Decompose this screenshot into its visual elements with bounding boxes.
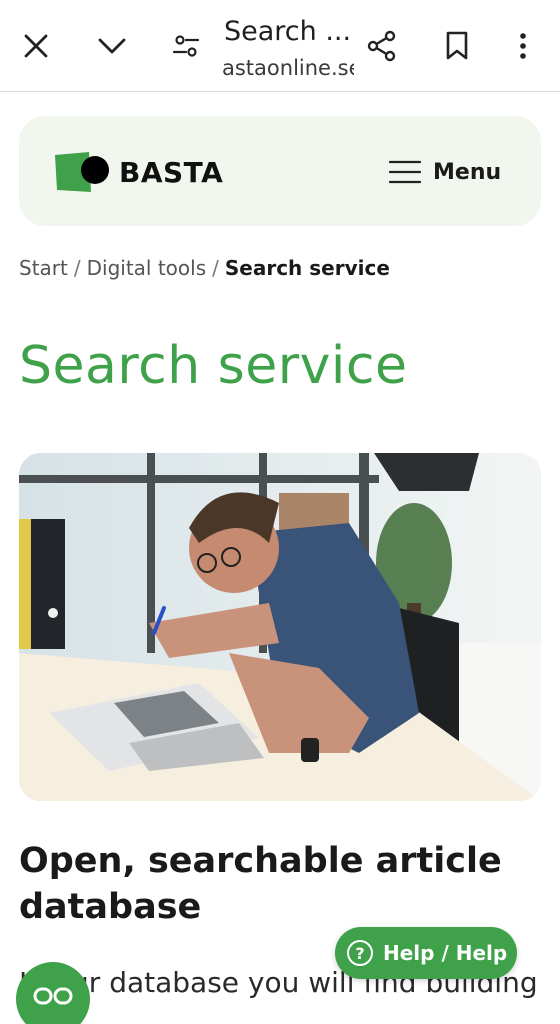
hamburger-icon bbox=[389, 160, 421, 184]
basta-logo[interactable]: BASTA bbox=[55, 150, 223, 194]
bookmark-icon bbox=[446, 31, 468, 60]
chevron-down-icon bbox=[98, 38, 126, 54]
more-options-button[interactable] bbox=[503, 18, 543, 74]
question-circle-icon: ? bbox=[347, 940, 373, 966]
share-icon bbox=[367, 30, 396, 62]
share-button[interactable] bbox=[362, 18, 402, 74]
more-vertical-icon bbox=[520, 33, 526, 59]
close-icon bbox=[24, 34, 48, 58]
close-tab-button[interactable] bbox=[16, 18, 56, 74]
tune-icon bbox=[172, 35, 200, 57]
logo-text: BASTA bbox=[119, 155, 224, 189]
breadcrumb-separator: / bbox=[212, 256, 219, 280]
breadcrumb-digital-tools[interactable]: Digital tools bbox=[87, 256, 207, 280]
page-title: Search service bbox=[19, 336, 408, 396]
site-settings-button[interactable] bbox=[166, 18, 206, 74]
help-label: Help / Help bbox=[383, 941, 508, 965]
bookmark-button[interactable] bbox=[437, 18, 477, 74]
url-text[interactable]: astaonline.se bbox=[222, 56, 354, 80]
glasses-icon bbox=[33, 987, 73, 1005]
menu-label: Menu bbox=[433, 159, 502, 185]
section-title: Open, searchable article database bbox=[19, 841, 502, 927]
browser-toolbar: Search ... astaonline.se bbox=[0, 0, 560, 92]
help-button[interactable]: ? Help / Help bbox=[335, 927, 517, 979]
tab-title[interactable]: Search ... bbox=[224, 16, 354, 47]
site-header: BASTA Menu bbox=[19, 116, 541, 226]
breadcrumb-separator: / bbox=[73, 256, 81, 280]
breadcrumb: Start / Digital tools / Search service bbox=[19, 256, 390, 280]
breadcrumb-start[interactable]: Start bbox=[19, 256, 68, 280]
menu-button[interactable]: Menu bbox=[389, 152, 501, 192]
hero-image bbox=[19, 453, 541, 801]
minimize-button[interactable] bbox=[92, 18, 132, 74]
basta-logo-icon bbox=[55, 152, 109, 192]
office-photo-illustration bbox=[19, 453, 541, 801]
breadcrumb-current: Search service bbox=[224, 256, 390, 280]
